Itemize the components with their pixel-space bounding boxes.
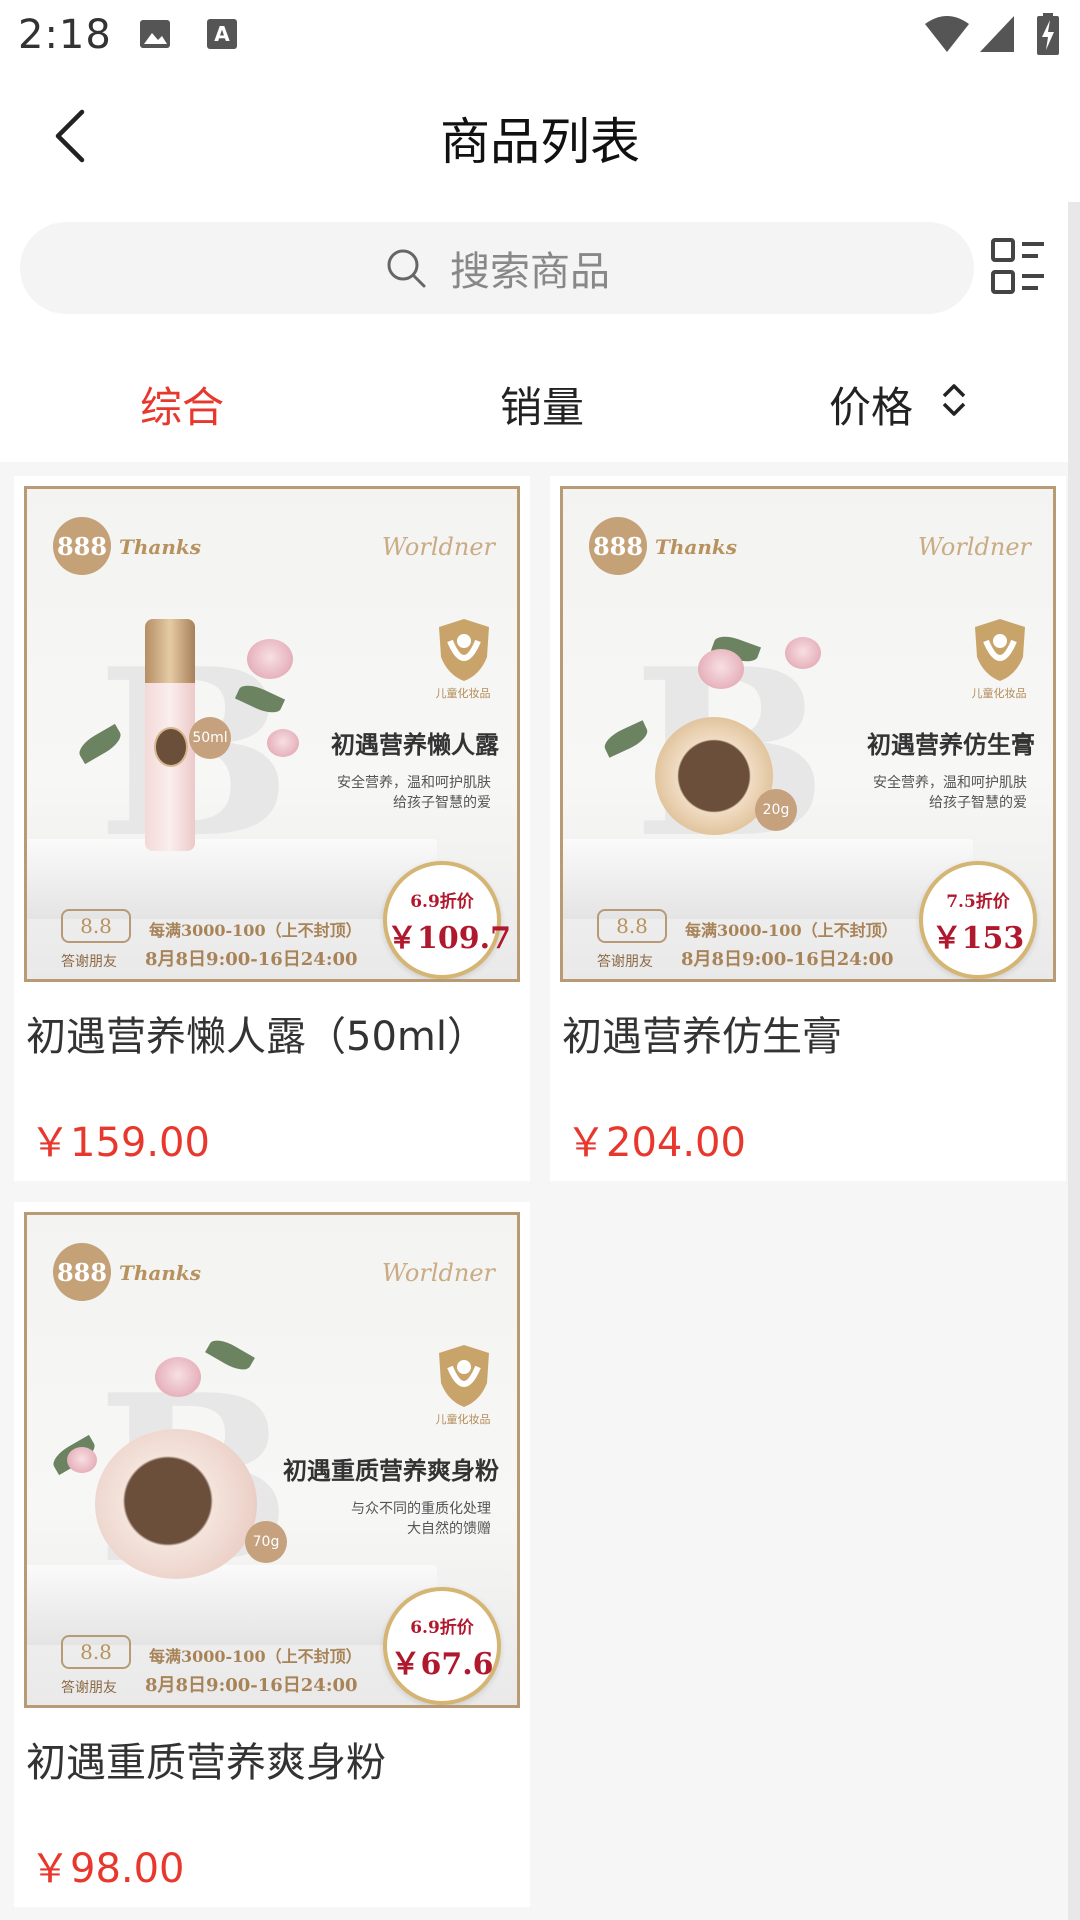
product-price: ￥204.00 <box>566 1120 746 1166</box>
image-notification-icon <box>140 20 170 48</box>
poster-pedestal <box>27 839 437 919</box>
poster-subtitle-line: 给孩子智慧的爱 <box>929 795 1027 811</box>
promo-rule: 每满3000-100（上不封顶） <box>149 1647 362 1666</box>
rose-decoration <box>247 639 293 679</box>
shield-label: 儿童化妆品 <box>435 1413 491 1426</box>
shield-label: 儿童化妆品 <box>971 687 1027 700</box>
promo-period: 8月8日9:00-16日24:00 <box>145 1675 358 1696</box>
search-input[interactable]: 搜索商品 <box>20 222 974 314</box>
tab-price[interactable]: 价格 <box>829 374 913 435</box>
tab-comprehensive[interactable]: 综合 <box>140 374 224 435</box>
poster-pedestal <box>563 839 973 919</box>
discount-price: ￥67.6 <box>390 1647 494 1682</box>
poster-subtitle-line: 给孩子智慧的爱 <box>393 795 491 811</box>
rose-decoration <box>155 1357 201 1397</box>
product-name[interactable]: 初遇营养仿生膏 <box>562 1004 842 1062</box>
promo-label: 答谢朋友 <box>597 954 653 970</box>
product-jar <box>655 717 773 835</box>
promo-period: 8月8日9:00-16日24:00 <box>145 949 358 970</box>
sort-toggle-icon[interactable] <box>940 380 968 420</box>
poster-thanks: Thanks <box>655 535 738 559</box>
shield-icon <box>439 1345 489 1407</box>
battery-charging-icon <box>1037 13 1059 55</box>
product-name[interactable]: 初遇重质营养爽身粉 <box>26 1730 386 1788</box>
discount-price: ￥109.7 <box>387 921 511 956</box>
product-name[interactable]: 初遇营养懒人露（50ml） <box>26 1004 487 1062</box>
product-grid: 888 Thanks Worldner B 50ml 儿童化妆品 初遇营养懒人露 <box>0 462 1068 1920</box>
poster-thanks: Thanks <box>119 535 202 559</box>
poster-subtitle-line: 与众不同的重质化处理 <box>351 1501 491 1517</box>
search-placeholder: 搜索商品 <box>450 249 610 295</box>
poster-subtitle: 安全营养，温和呵护肌肤 给孩子智慧的爱 <box>337 773 491 813</box>
discount-label: 6.9折价 <box>410 892 474 912</box>
product-card[interactable]: 888 Thanks Worldner B 20g 儿童化妆品 初遇营养仿生膏 … <box>550 476 1066 1181</box>
tab-sales[interactable]: 销量 <box>500 374 584 435</box>
page-title: 商品列表 <box>440 113 640 171</box>
poster-subtitle-line: 大自然的馈赠 <box>407 1521 491 1537</box>
poster-pedestal <box>27 1565 437 1645</box>
product-image[interactable]: 888 Thanks Worldner B 70g 儿童化妆品 初遇重质营养爽身… <box>24 1212 520 1708</box>
product-bottle <box>145 619 195 851</box>
promo-rule: 每满3000-100（上不封顶） <box>149 921 362 940</box>
discount-sticker: 6.9折价 ￥67.6 <box>383 1587 501 1705</box>
discount-label: 7.5折价 <box>946 892 1010 912</box>
layout-toggle-icon[interactable] <box>990 236 1046 298</box>
nav-bar: 商品列表 <box>0 72 1080 202</box>
weight-label: 20g <box>755 789 797 831</box>
promo-badge: 8.8 <box>597 909 667 943</box>
weight-label: 70g <box>245 1521 287 1563</box>
poster-subtitle: 安全营养，温和呵护肌肤 给孩子智慧的爱 <box>873 773 1027 813</box>
promo-badge: 8.8 <box>61 909 131 943</box>
search-row: 搜索商品 <box>0 202 1068 322</box>
keyboard-notification-icon: A <box>207 19 237 49</box>
poster-thanks: Thanks <box>119 1261 202 1285</box>
scrollbar[interactable] <box>1068 202 1080 1920</box>
promo-period: 8月8日9:00-16日24:00 <box>681 949 894 970</box>
promo-badge: 8.8 <box>61 1635 131 1669</box>
product-image[interactable]: 888 Thanks Worldner B 20g 儿童化妆品 初遇营养仿生膏 … <box>560 486 1056 982</box>
shield-icon <box>975 619 1025 681</box>
shield-label: 儿童化妆品 <box>435 687 491 700</box>
poster-title: 初遇营养懒人露 <box>331 730 499 759</box>
anniversary-badge: 888 <box>53 1243 111 1301</box>
status-time: 2:18 <box>18 12 112 58</box>
discount-sticker: 7.5折价 ￥153 <box>919 861 1037 979</box>
wifi-icon <box>925 16 969 52</box>
status-bar: 2:18 A <box>0 0 1080 72</box>
anniversary-badge: 888 <box>53 517 111 575</box>
poster-subtitle-line: 安全营养，温和呵护肌肤 <box>337 775 491 791</box>
sort-tabs: 综合 销量 价格 <box>0 322 1068 462</box>
svg-text:A: A <box>214 22 230 46</box>
cellular-signal-icon <box>980 16 1014 52</box>
poster-title: 初遇重质营养爽身粉 <box>283 1456 499 1485</box>
rose-decoration <box>698 649 744 689</box>
discount-label: 6.9折价 <box>410 1618 474 1638</box>
promo-label: 答谢朋友 <box>61 954 117 970</box>
promo-rule: 每满3000-100（上不封顶） <box>685 921 898 940</box>
weight-label: 50ml <box>189 717 231 759</box>
product-card[interactable]: 888 Thanks Worldner B 50ml 儿童化妆品 初遇营养懒人露 <box>14 476 530 1181</box>
product-image[interactable]: 888 Thanks Worldner B 50ml 儿童化妆品 初遇营养懒人露 <box>24 486 520 982</box>
poster-subtitle: 与众不同的重质化处理 大自然的馈赠 <box>351 1499 491 1539</box>
brand-logo: Worldner <box>381 1259 495 1287</box>
shield-icon <box>439 619 489 681</box>
product-price: ￥159.00 <box>30 1120 210 1166</box>
rose-decoration <box>267 729 299 757</box>
discount-sticker: 6.9折价 ￥109.7 <box>383 861 511 979</box>
search-icon <box>387 249 426 288</box>
poster-title: 初遇营养仿生膏 <box>867 730 1035 759</box>
poster-subtitle-line: 安全营养，温和呵护肌肤 <box>873 775 1027 791</box>
product-price: ￥98.00 <box>30 1846 185 1892</box>
product-card[interactable]: 888 Thanks Worldner B 70g 儿童化妆品 初遇重质营养爽身… <box>14 1202 530 1907</box>
anniversary-badge: 888 <box>589 517 647 575</box>
rose-decoration <box>785 637 821 669</box>
brand-logo: Worldner <box>917 533 1031 561</box>
discount-price: ￥153 <box>931 921 1025 956</box>
rose-decoration <box>67 1447 97 1473</box>
promo-label: 答谢朋友 <box>61 1680 117 1696</box>
product-tin <box>95 1429 257 1579</box>
brand-logo: Worldner <box>381 533 495 561</box>
